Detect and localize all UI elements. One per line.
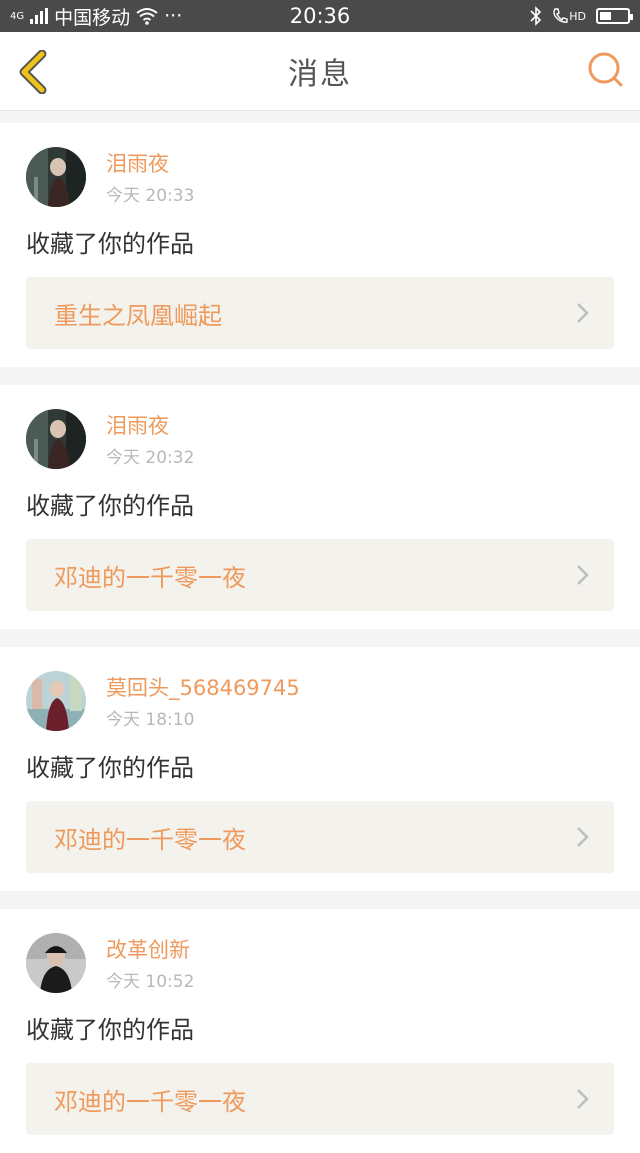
chevron-right-icon [577,565,589,585]
avatar[interactable] [26,671,86,731]
username[interactable]: 泪雨夜 [106,413,194,439]
work-title: 邓迪的一千零一夜 [54,825,246,854]
action-text: 收藏了你的作品 [26,230,194,258]
chevron-right-icon [577,303,589,323]
nav-bar: 消息 [0,32,640,111]
username[interactable]: 改革创新 [106,937,194,963]
status-bar: 4G 中国移动 ··· 20:36 HD [0,0,640,32]
message-list: 泪雨夜 今天 20:33 收藏了你的作品 重生之凤凰崛起 泪雨夜 今天 20:3… [0,123,640,1153]
message-card: 莫回头_568469745 今天 18:10 收藏了你的作品 邓迪的一千零一夜 [0,647,640,891]
message-time: 今天 20:32 [106,448,195,468]
battery-icon [596,8,633,24]
work-title: 邓迪的一千零一夜 [54,1087,246,1116]
status-left: 4G 中国移动 ··· [10,3,182,30]
more-indicator: ··· [164,5,183,27]
bluetooth-icon [530,6,542,26]
battery-fill [600,12,611,20]
message-time: 今天 10:52 [106,972,195,992]
page-title: 消息 [288,57,352,92]
message-time: 今天 18:10 [106,710,195,730]
search-icon[interactable] [586,50,626,90]
avatar[interactable] [26,147,86,207]
message-card: 改革创新 今天 10:52 收藏了你的作品 邓迪的一千零一夜 [0,909,640,1153]
user-row: 泪雨夜 今天 20:32 [26,409,614,473]
user-info: 莫回头_568469745 今天 18:10 [106,671,300,730]
message-card: 泪雨夜 今天 20:33 收藏了你的作品 重生之凤凰崛起 [0,123,640,367]
user-row: 改革创新 今天 10:52 [26,933,614,997]
network-tag: 4G [10,10,25,22]
avatar[interactable] [26,409,86,469]
carrier-name: 中国移动 [54,6,131,29]
work-link[interactable]: 重生之凤凰崛起 [26,277,614,349]
back-arrow-icon[interactable] [14,50,54,94]
avatar[interactable] [26,933,86,993]
signal-icon [30,8,49,24]
user-row: 泪雨夜 今天 20:33 [26,147,614,211]
work-title: 重生之凤凰崛起 [54,301,222,330]
user-info: 泪雨夜 今天 20:32 [106,409,194,468]
username[interactable]: 莫回头_568469745 [106,675,300,701]
chevron-right-icon [577,1089,589,1109]
work-title: 邓迪的一千零一夜 [54,563,246,592]
wifi-icon [136,8,158,25]
action-text: 收藏了你的作品 [26,492,194,520]
call-hd-icon: HD [552,7,586,25]
user-row: 莫回头_568469745 今天 18:10 [26,671,614,735]
user-info: 改革创新 今天 10:52 [106,933,194,992]
chevron-right-icon [577,827,589,847]
work-link[interactable]: 邓迪的一千零一夜 [26,801,614,873]
action-text: 收藏了你的作品 [26,754,194,782]
work-link[interactable]: 邓迪的一千零一夜 [26,1063,614,1135]
status-right: HD [530,6,633,26]
username[interactable]: 泪雨夜 [106,151,194,177]
work-link[interactable]: 邓迪的一千零一夜 [26,539,614,611]
action-text: 收藏了你的作品 [26,1016,194,1044]
user-info: 泪雨夜 今天 20:33 [106,147,194,206]
hd-label: HD [569,9,586,23]
message-card: 泪雨夜 今天 20:32 收藏了你的作品 邓迪的一千零一夜 [0,385,640,629]
message-time: 今天 20:33 [106,186,195,206]
